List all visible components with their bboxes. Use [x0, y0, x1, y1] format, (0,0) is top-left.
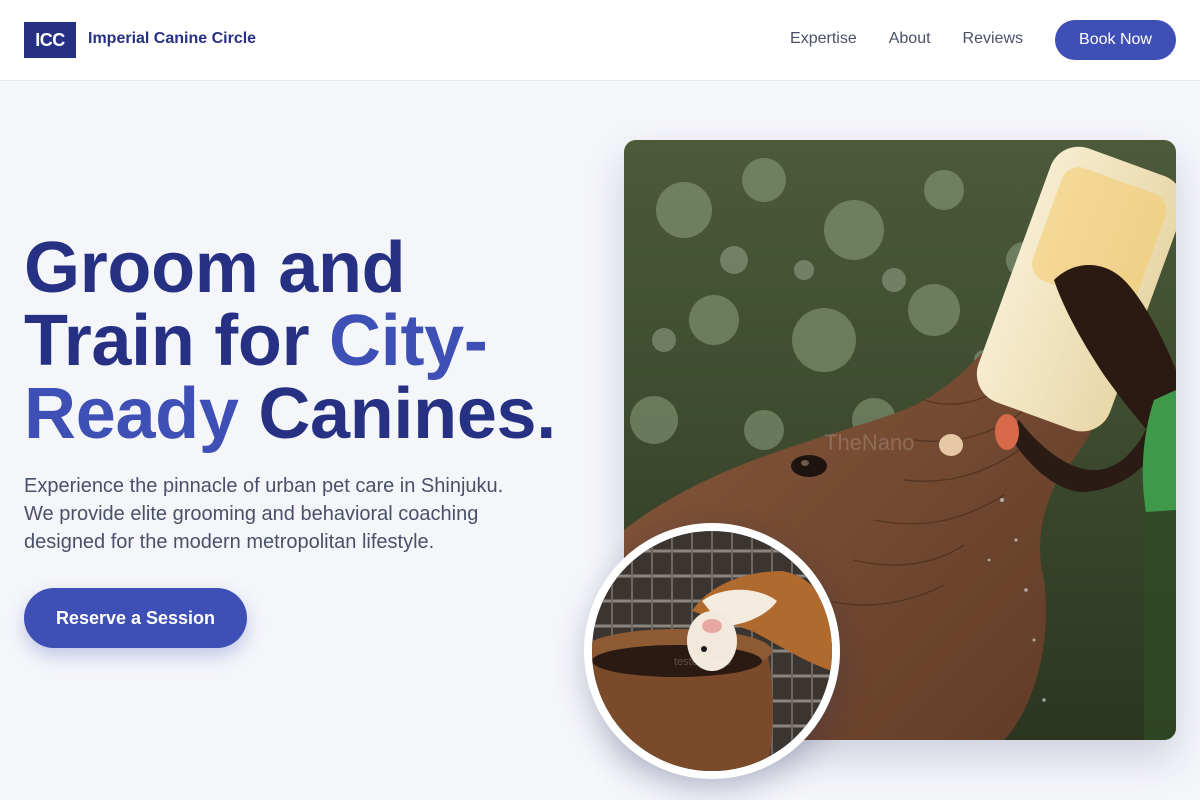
headline-accent-2: Ready	[24, 374, 239, 454]
thumbnail-image-guinea-pig: tester tokyo	[592, 531, 832, 771]
top-navbar: ICC Imperial Canine Circle Expertise Abo…	[0, 0, 1200, 81]
thumb-image-watermark: tester tokyo	[674, 656, 731, 668]
headline-part-2: Canines.	[238, 374, 557, 454]
reserve-session-button[interactable]: Reserve a Session	[24, 588, 247, 648]
nav-link-about[interactable]: About	[889, 30, 931, 48]
main-image-watermark: TheNano	[824, 430, 915, 455]
logo-mark[interactable]: ICC	[24, 22, 76, 58]
nav-links: Expertise About Reviews	[790, 30, 1023, 48]
nav-link-expertise[interactable]: Expertise	[790, 30, 857, 48]
thumbnail-frame: tester tokyo	[584, 523, 840, 779]
nav-link-reviews[interactable]: Reviews	[963, 30, 1023, 48]
hero-subtitle: Experience the pinnacle of urban pet car…	[24, 475, 504, 553]
hero-headline: Groom and Train for City- Ready Canines.	[24, 232, 594, 451]
book-now-button[interactable]: Book Now	[1055, 20, 1176, 60]
headline-accent-1: City-	[329, 301, 488, 381]
brand-name[interactable]: Imperial Canine Circle	[88, 30, 256, 48]
